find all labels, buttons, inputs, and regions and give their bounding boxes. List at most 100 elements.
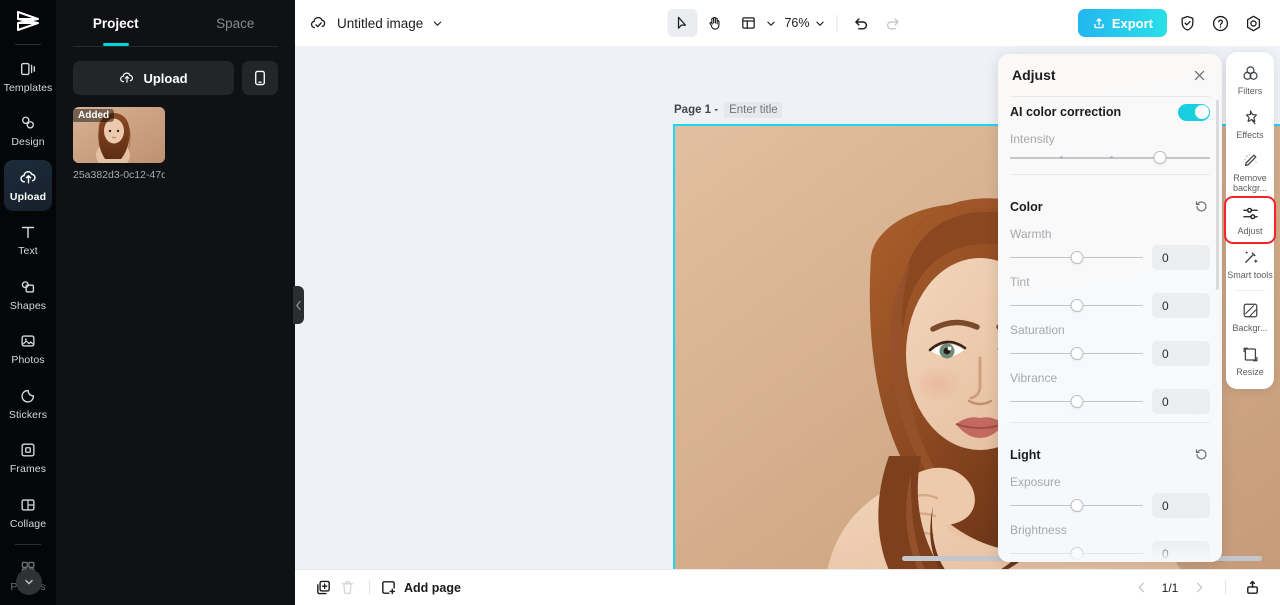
- add-page-icon: [382, 581, 396, 595]
- tint-control: 0: [1010, 293, 1210, 318]
- add-page-button[interactable]: Add page: [380, 579, 461, 596]
- smart-tools-wand-icon: [1244, 250, 1258, 264]
- vibrance-slider[interactable]: [1010, 394, 1143, 410]
- intensity-slider[interactable]: [1010, 150, 1210, 166]
- adjust-panel-scrollbar[interactable]: [1216, 100, 1219, 290]
- saturation-control: 0: [1010, 341, 1210, 366]
- help-question-icon[interactable]: [1207, 10, 1233, 36]
- tint-value[interactable]: 0: [1152, 293, 1210, 318]
- exposure-value[interactable]: 0: [1152, 493, 1210, 518]
- right-rail-divider: [1235, 290, 1265, 291]
- prev-page-button[interactable]: [1129, 576, 1153, 600]
- cloud-saved-icon: [310, 16, 326, 28]
- sidebar-item-label: Shapes: [9, 299, 47, 312]
- saturation-slider[interactable]: [1010, 346, 1143, 362]
- export-upload-icon: [1094, 18, 1104, 29]
- intensity-label: Intensity: [1010, 132, 1055, 146]
- redo-button[interactable]: [878, 9, 908, 37]
- export-button[interactable]: Export: [1077, 9, 1167, 37]
- chevron-right-icon: [1196, 582, 1202, 593]
- sidebar-item-frames[interactable]: Frames: [4, 433, 52, 485]
- delete-page-button[interactable]: [335, 576, 359, 600]
- app-root: Templates Design Upload Text Shapes Phot…: [0, 0, 1280, 605]
- vibrance-value[interactable]: 0: [1152, 389, 1210, 414]
- sidebar-item-text[interactable]: Text: [4, 214, 52, 266]
- settings-gear-icon[interactable]: [1240, 10, 1266, 36]
- sidebar-item-shapes[interactable]: Shapes: [4, 269, 52, 321]
- undo-button[interactable]: [846, 9, 876, 37]
- chevron-down-icon: [766, 21, 775, 26]
- slider-knob[interactable]: [1153, 151, 1167, 164]
- sidebar-item-photos[interactable]: Photos: [4, 324, 52, 376]
- layout-tool-button[interactable]: [731, 9, 778, 37]
- tool-effects[interactable]: Effects: [1226, 102, 1274, 146]
- upload-from-mobile-button[interactable]: [242, 61, 278, 95]
- exposure-slider[interactable]: [1010, 498, 1143, 514]
- page-label-row: Page 1 -: [674, 102, 783, 118]
- warmth-value[interactable]: 0: [1152, 245, 1210, 270]
- capcut-logo-icon[interactable]: [0, 0, 56, 42]
- upload-button-label: Upload: [143, 70, 188, 86]
- warmth-slider[interactable]: [1010, 250, 1143, 266]
- slider-knob[interactable]: [1070, 298, 1083, 312]
- ai-color-correction-row: AI color correction: [1010, 97, 1210, 127]
- sidebar-item-label: Design: [11, 136, 45, 149]
- exposure-label: Exposure: [1010, 475, 1061, 489]
- tool-smart-tools[interactable]: Smart tools: [1226, 242, 1274, 286]
- slider-knob[interactable]: [1070, 250, 1083, 264]
- slider-knob[interactable]: [1070, 394, 1083, 408]
- sidebar-item-collage[interactable]: Collage: [4, 487, 52, 539]
- saturation-value[interactable]: 0: [1152, 341, 1210, 366]
- tool-adjust[interactable]: Adjust: [1224, 196, 1276, 244]
- bottom-export-button[interactable]: [1240, 576, 1264, 600]
- sidebar-item-design[interactable]: Design: [4, 105, 52, 157]
- slider-tick: [1060, 156, 1063, 159]
- document-title-menu[interactable]: Untitled image: [309, 14, 443, 33]
- slider-knob[interactable]: [1070, 498, 1083, 512]
- light-reset-icon[interactable]: [1194, 447, 1210, 463]
- hand-icon: [709, 16, 719, 30]
- sidebar-item-templates[interactable]: Templates: [4, 51, 52, 103]
- tool-background[interactable]: Backgr...: [1226, 295, 1274, 339]
- page-navigation: 1/1: [1129, 576, 1264, 600]
- asset-item[interactable]: Added 25a382d3-0c12-47d...: [73, 107, 165, 181]
- chevron-left-icon: [1138, 582, 1144, 593]
- ai-color-correction-toggle[interactable]: [1178, 103, 1210, 121]
- tab-space[interactable]: Space: [176, 0, 296, 46]
- light-section-title: Light: [1010, 448, 1041, 462]
- upload-button[interactable]: Upload: [73, 61, 234, 95]
- tab-label: Space: [216, 15, 255, 31]
- tool-filters[interactable]: Filters: [1226, 58, 1274, 102]
- zoom-selector[interactable]: 76%: [780, 16, 827, 30]
- warmth-control: 0: [1010, 245, 1210, 270]
- panel-tabs: Project Space: [56, 0, 295, 46]
- close-icon[interactable]: [1190, 66, 1208, 84]
- tab-project[interactable]: Project: [56, 0, 176, 46]
- remove-background-icon: [1243, 153, 1257, 167]
- hand-tool-button[interactable]: [699, 9, 729, 37]
- top-toolbar: Untitled image 76% Export: [295, 0, 1280, 46]
- adjust-panel-body: AI color correction Intensity Color Warm…: [998, 97, 1222, 562]
- rail-collapse-button[interactable]: [16, 569, 42, 595]
- next-page-button[interactable]: [1187, 576, 1211, 600]
- color-reset-icon[interactable]: [1194, 199, 1210, 215]
- tool-label: Adjust: [1237, 226, 1263, 236]
- layout-grid-icon-wrap[interactable]: [733, 9, 763, 37]
- select-tool-button[interactable]: [667, 9, 697, 37]
- tool-resize[interactable]: Resize: [1226, 339, 1274, 383]
- panel-collapse-handle[interactable]: [293, 286, 304, 324]
- toolbar-divider: [836, 14, 837, 32]
- tool-remove-background[interactable]: Remove backgr...: [1226, 146, 1274, 198]
- slider-knob[interactable]: [1070, 346, 1083, 360]
- asset-list: Added 25a382d3-0c12-47d...: [56, 95, 295, 181]
- sidebar-item-upload[interactable]: Upload: [4, 159, 52, 212]
- tab-label: Project: [92, 15, 139, 31]
- shield-check-icon[interactable]: [1174, 10, 1200, 36]
- page-title-input[interactable]: [724, 102, 783, 118]
- tint-slider[interactable]: [1010, 298, 1143, 314]
- asset-thumbnail[interactable]: Added: [73, 107, 165, 163]
- tool-label: Effects: [1236, 130, 1264, 140]
- sidebar-item-stickers[interactable]: Stickers: [4, 378, 52, 430]
- duplicate-page-icon[interactable]: [311, 576, 335, 600]
